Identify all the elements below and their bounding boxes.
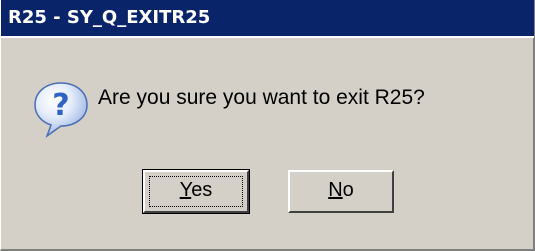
- yes-button[interactable]: Yes: [142, 169, 250, 214]
- confirm-message: Are you sure you want to exit R25?: [98, 86, 425, 109]
- question-icon: ?: [34, 82, 88, 139]
- yes-label-rest: es: [191, 179, 213, 201]
- no-label-rest: o: [342, 179, 354, 201]
- dialog-title: R25 - SY_Q_EXITR25: [1, 0, 534, 36]
- no-button[interactable]: No: [288, 170, 394, 213]
- confirm-exit-dialog: R25 - SY_Q_EXITR25 ? Are you sure you wa…: [0, 0, 535, 251]
- svg-text:?: ?: [52, 88, 69, 123]
- yes-button-label: Yes: [180, 179, 213, 201]
- yes-mnemonic: Y: [179, 179, 192, 201]
- no-mnemonic: N: [328, 179, 343, 201]
- title-separator: [1, 36, 534, 38]
- no-button-label: No: [328, 179, 354, 201]
